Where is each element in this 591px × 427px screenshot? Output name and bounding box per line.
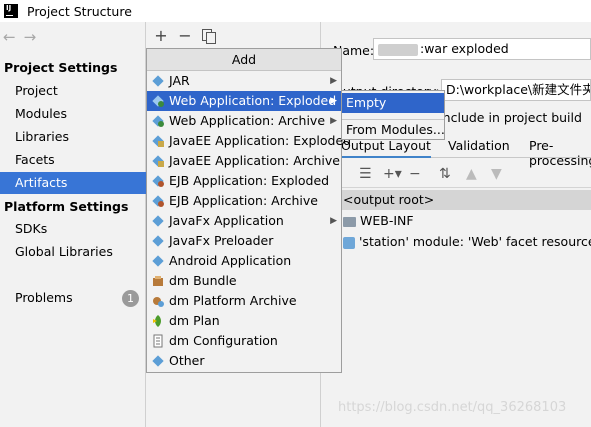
menu-item-label: dm Configuration	[169, 333, 278, 348]
web-artifact-icon	[152, 95, 164, 107]
menu-item-javafx-preloader[interactable]: JavaFx Preloader	[147, 231, 341, 251]
android-icon	[152, 255, 164, 267]
menu-item-label: dm Plan	[169, 313, 220, 328]
menu-item-label: JavaFx Preloader	[169, 233, 274, 248]
menu-item-label: Other	[169, 353, 205, 368]
module-folder-icon	[343, 236, 355, 249]
sidebar-item-project[interactable]: Project	[0, 80, 146, 102]
title-bar: Project Structure	[0, 0, 591, 22]
include-in-build-checkbox-label[interactable]: Include in project build	[439, 110, 582, 125]
output-directory-input[interactable]: D:\workplace\新建文件夹\	[441, 79, 591, 101]
tree-row-output-root[interactable]: <output root>	[321, 190, 591, 210]
menu-item-label: EJB Application: Archive	[169, 193, 318, 208]
watermark: https://blog.csdn.net/qq_36268103	[338, 400, 567, 415]
output-root-label: <output root>	[343, 192, 435, 207]
menu-item-label: Web Application: Exploded	[169, 93, 337, 108]
section-platform-settings: Platform Settings	[4, 199, 129, 214]
menu-item-label: JavaEE Application: Exploded	[169, 133, 352, 148]
web-artifact-icon	[152, 115, 164, 127]
intellij-logo-icon	[4, 4, 18, 18]
menu-item-javaee-archive[interactable]: JavaEE Application: Archive	[147, 151, 341, 171]
menu-item-label: Android Application	[169, 253, 292, 268]
menu-item-web-application-archive[interactable]: Web Application: Archive ▶	[147, 111, 341, 131]
menu-item-dm-plan[interactable]: dm Plan	[147, 311, 341, 331]
artifact-name-value: :war exploded	[420, 41, 509, 56]
artifact-name-input[interactable]: :war exploded	[373, 38, 591, 60]
dm-platform-icon	[153, 297, 164, 307]
columns-icon[interactable]: ☰	[359, 166, 372, 182]
submenu-item-empty[interactable]: Empty	[342, 93, 444, 113]
sidebar-item-modules[interactable]: Modules	[0, 103, 146, 125]
menu-item-dm-bundle[interactable]: dm Bundle	[147, 271, 341, 291]
menu-item-jar[interactable]: JAR ▶	[147, 71, 341, 91]
menu-item-label: JavaEE Application: Archive	[169, 153, 340, 168]
menu-item-javaee-exploded[interactable]: JavaEE Application: Exploded	[147, 131, 351, 151]
submenu-arrow-icon: ▶	[330, 216, 337, 226]
menu-item-web-application-exploded[interactable]: Web Application: Exploded ▶	[147, 91, 341, 111]
back-arrow-icon[interactable]: ←	[3, 28, 16, 46]
menu-item-label: Web Application: Archive	[169, 113, 326, 128]
add-element-icon[interactable]: +▾	[383, 166, 402, 182]
popup-header: Add	[147, 49, 341, 71]
sidebar-item-artifacts[interactable]: Artifacts	[0, 172, 146, 194]
redacted-text	[378, 43, 418, 56]
forward-arrow-icon[interactable]: →	[24, 28, 37, 46]
menu-item-label: EJB Application: Exploded	[169, 173, 330, 188]
javaee-icon	[152, 135, 164, 147]
web-exploded-submenu: Empty From Modules...	[341, 90, 445, 140]
javaee-icon	[152, 155, 164, 167]
menu-item-label: JAR	[169, 73, 190, 88]
nav-arrows: ← →	[3, 28, 36, 46]
move-down-icon[interactable]: ▼	[491, 166, 502, 182]
problems-count-badge: 1	[122, 290, 139, 307]
menu-item-label: dm Bundle	[169, 273, 237, 288]
sidebar-item-sdks[interactable]: SDKs	[0, 218, 146, 240]
submenu-item-from-modules[interactable]: From Modules...	[342, 119, 445, 139]
menu-item-other[interactable]: Other	[147, 351, 341, 371]
artifacts-toolbar: + −	[154, 26, 216, 45]
web-inf-label: WEB-INF	[360, 213, 414, 228]
remove-artifact-button[interactable]: −	[178, 26, 192, 45]
submenu-arrow-icon: ▶	[330, 116, 337, 126]
tab-output-layout[interactable]: Output Layout	[341, 138, 431, 158]
dm-bundle-icon	[153, 276, 163, 286]
tab-validation[interactable]: Validation	[448, 138, 510, 153]
move-up-icon[interactable]: ▲	[466, 166, 477, 182]
settings-sidebar: ← → Project Settings Project Modules Lib…	[0, 22, 146, 427]
facet-resources-label: 'station' module: 'Web' facet resources	[359, 234, 591, 249]
remove-element-icon[interactable]: −	[409, 166, 421, 182]
copy-icon[interactable]	[202, 29, 216, 44]
other-icon	[152, 355, 164, 367]
menu-item-android-application[interactable]: Android Application	[147, 251, 341, 271]
ejb-icon	[152, 175, 164, 187]
javafx-icon	[152, 235, 164, 247]
menu-item-dm-configuration[interactable]: dm Configuration	[147, 331, 341, 351]
sidebar-item-facets[interactable]: Facets	[0, 149, 146, 171]
menu-item-dm-platform-archive[interactable]: dm Platform Archive	[147, 291, 341, 311]
add-artifact-button[interactable]: +	[154, 26, 168, 45]
output-layout-toolbar: ☰ +▾ − ⇅ ▲ ▼	[321, 162, 591, 188]
sidebar-item-global-libraries[interactable]: Global Libraries	[0, 241, 146, 263]
menu-item-label: JavaFx Application	[169, 213, 284, 228]
tree-row-facet-resources[interactable]: 'station' module: 'Web' facet resources	[321, 232, 591, 252]
submenu-arrow-icon: ▶	[330, 76, 337, 86]
menu-item-ejb-exploded[interactable]: EJB Application: Exploded	[147, 171, 341, 191]
ejb-icon	[152, 195, 164, 207]
submenu-arrow-icon: ▶	[330, 96, 337, 106]
window-title: Project Structure	[27, 3, 132, 19]
artifact-details-panel: Name: :war exploded Output directory: D:…	[321, 22, 591, 427]
menu-item-label: dm Platform Archive	[169, 293, 297, 308]
menu-item-ejb-archive[interactable]: EJB Application: Archive	[147, 191, 341, 211]
dm-plan-icon	[153, 315, 161, 327]
dm-config-icon	[153, 334, 163, 348]
sort-icon[interactable]: ⇅	[439, 166, 451, 182]
section-project-settings: Project Settings	[4, 60, 118, 75]
artifact-diamond-icon	[152, 75, 164, 87]
javafx-icon	[152, 215, 164, 227]
menu-item-javafx-application[interactable]: JavaFx Application ▶	[147, 211, 341, 231]
sidebar-item-libraries[interactable]: Libraries	[0, 126, 146, 148]
folder-icon	[343, 216, 356, 227]
add-artifact-popup: Add JAR ▶ Web Application: Exploded ▶ We…	[146, 48, 351, 373]
